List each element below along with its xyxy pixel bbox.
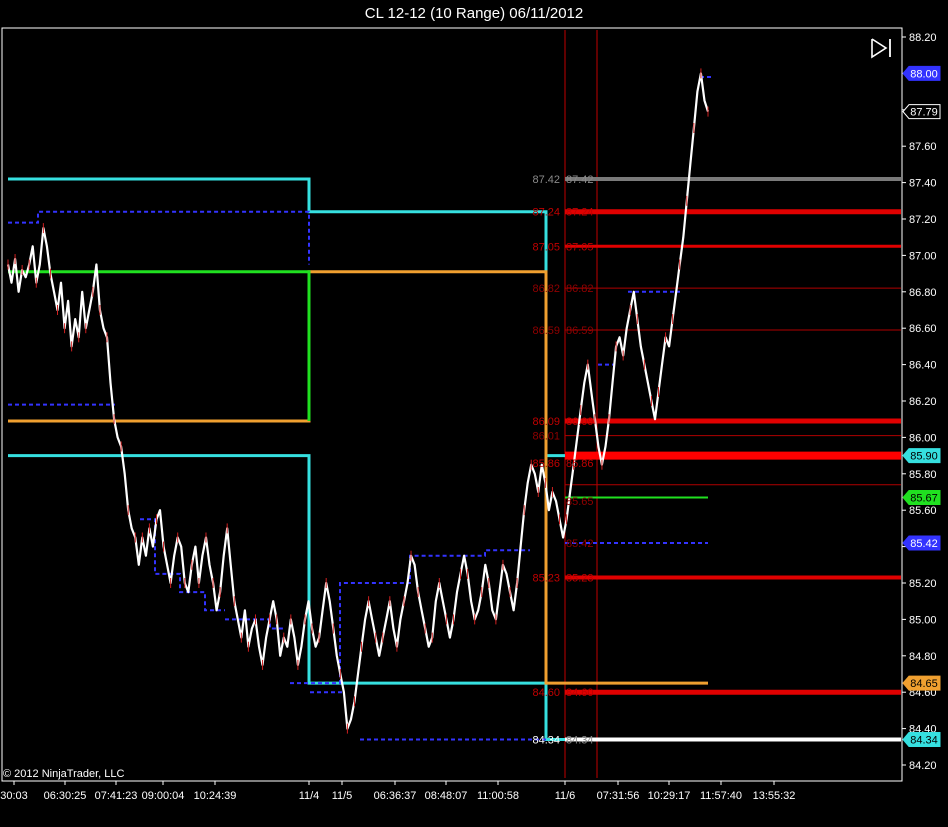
level-label: 85.65 bbox=[566, 496, 594, 508]
price-badge-label: 85.90 bbox=[910, 451, 938, 463]
x-tick-label: 08:48:07 bbox=[425, 790, 468, 802]
x-axis: 30:03 06:30:25 07:41:23 09:00:04 10:24:39 11/… bbox=[0, 781, 795, 802]
price-badge-label: 85.67 bbox=[910, 492, 938, 504]
y-tick-label: 86.80 bbox=[909, 287, 937, 299]
level-label: 85.42 bbox=[566, 538, 594, 550]
price-chart[interactable]: 87.42 87.24 87.05 86.82 86.59 86.09 86.01 85.86… bbox=[0, 0, 948, 827]
y-axis: 88.2088.0087.8087.6087.4087.2087.0086.80… bbox=[902, 32, 937, 772]
skip-to-end-icon[interactable] bbox=[869, 36, 895, 60]
y-tick-label: 87.40 bbox=[909, 178, 937, 190]
level-label: 85.86 bbox=[566, 458, 594, 470]
x-tick-label: 11:57:40 bbox=[700, 790, 742, 802]
level-label: 84.34 bbox=[566, 735, 594, 747]
level-labels: 87.42 87.24 87.05 86.82 86.59 86.09 86.01 85.86… bbox=[532, 174, 593, 747]
level-label: 86.82 bbox=[532, 283, 560, 295]
y-tick-label: 87.60 bbox=[909, 141, 937, 153]
y-tick-label: 88.20 bbox=[909, 32, 937, 44]
x-tick-label: 10:24:39 bbox=[194, 790, 237, 802]
level-label: 84.60 bbox=[532, 687, 560, 699]
level-label: 86.59 bbox=[532, 325, 560, 337]
level-label: 85.23 bbox=[532, 573, 560, 585]
y-tick-label: 85.00 bbox=[909, 614, 937, 626]
x-tick-label: 11/6 bbox=[555, 790, 576, 802]
level-label: 84.60 bbox=[566, 687, 594, 699]
level-label: 86.82 bbox=[566, 283, 594, 295]
level-mid-orange-line bbox=[8, 270, 565, 685]
level-label: 87.42 bbox=[532, 174, 560, 186]
x-tick-label: 07:31:56 bbox=[597, 790, 640, 802]
level-label: 87.05 bbox=[566, 241, 594, 253]
level-label: 86.01 bbox=[532, 431, 560, 443]
price-badge-label: 88.00 bbox=[910, 68, 938, 80]
level-label: 84.34 bbox=[532, 735, 560, 747]
x-tick-label: 11/5 bbox=[332, 790, 353, 802]
y-tick-label: 87.20 bbox=[909, 214, 937, 226]
x-tick-label: 11:00:58 bbox=[477, 790, 519, 802]
level-label: 86.59 bbox=[566, 325, 594, 337]
price-badge-label: 84.34 bbox=[910, 735, 938, 747]
x-tick-label: 06:30:25 bbox=[44, 790, 87, 802]
x-tick-label: 11/4 bbox=[299, 790, 320, 802]
level-label: 87.24 bbox=[566, 207, 594, 219]
price-badge-label: 87.79 bbox=[910, 107, 938, 119]
y-tick-label: 86.00 bbox=[909, 432, 937, 444]
y-tick-label: 86.60 bbox=[909, 323, 937, 335]
x-tick-label: 13:55:32 bbox=[753, 790, 796, 802]
level-label: 85.23 bbox=[566, 573, 594, 585]
level-label: 85.86 bbox=[532, 458, 560, 470]
x-tick-label: 06:36:37 bbox=[374, 790, 417, 802]
y-tick-label: 85.80 bbox=[909, 469, 937, 481]
level-label: 86.09 bbox=[532, 416, 560, 428]
indicator-levels bbox=[8, 76, 901, 742]
y-tick-label: 86.20 bbox=[909, 396, 937, 408]
x-tick-label: 30:03 bbox=[0, 790, 28, 802]
level-label: 86.09 bbox=[566, 416, 594, 428]
x-tick-label: 07:41:23 bbox=[95, 790, 138, 802]
x-tick-label: 09:00:04 bbox=[142, 790, 185, 802]
level-high-line bbox=[8, 177, 565, 458]
level-label: 87.42 bbox=[566, 174, 594, 186]
swing-dashed-line bbox=[8, 210, 310, 265]
x-tick-label: 10:29:17 bbox=[648, 790, 691, 802]
level-open-green-line bbox=[8, 270, 311, 422]
price-badge-label: 84.65 bbox=[910, 678, 938, 690]
y-tick-label: 86.40 bbox=[909, 360, 937, 372]
y-tick-label: 85.20 bbox=[909, 578, 937, 590]
copyright-notice: © 2012 NinjaTrader, LLC bbox=[3, 768, 125, 780]
price-badge-label: 85.42 bbox=[910, 538, 938, 550]
y-tick-label: 85.60 bbox=[909, 505, 937, 517]
price-series bbox=[6, 68, 710, 734]
y-tick-label: 87.00 bbox=[909, 250, 937, 262]
chart-frame bbox=[1, 27, 903, 782]
plot-frame bbox=[1, 27, 903, 782]
price-line bbox=[6, 72, 710, 730]
level-label: 87.05 bbox=[532, 241, 560, 253]
y-tick-label: 84.80 bbox=[909, 651, 937, 663]
y-tick-label: 84.20 bbox=[909, 760, 937, 772]
level-label: 87.24 bbox=[532, 207, 560, 219]
